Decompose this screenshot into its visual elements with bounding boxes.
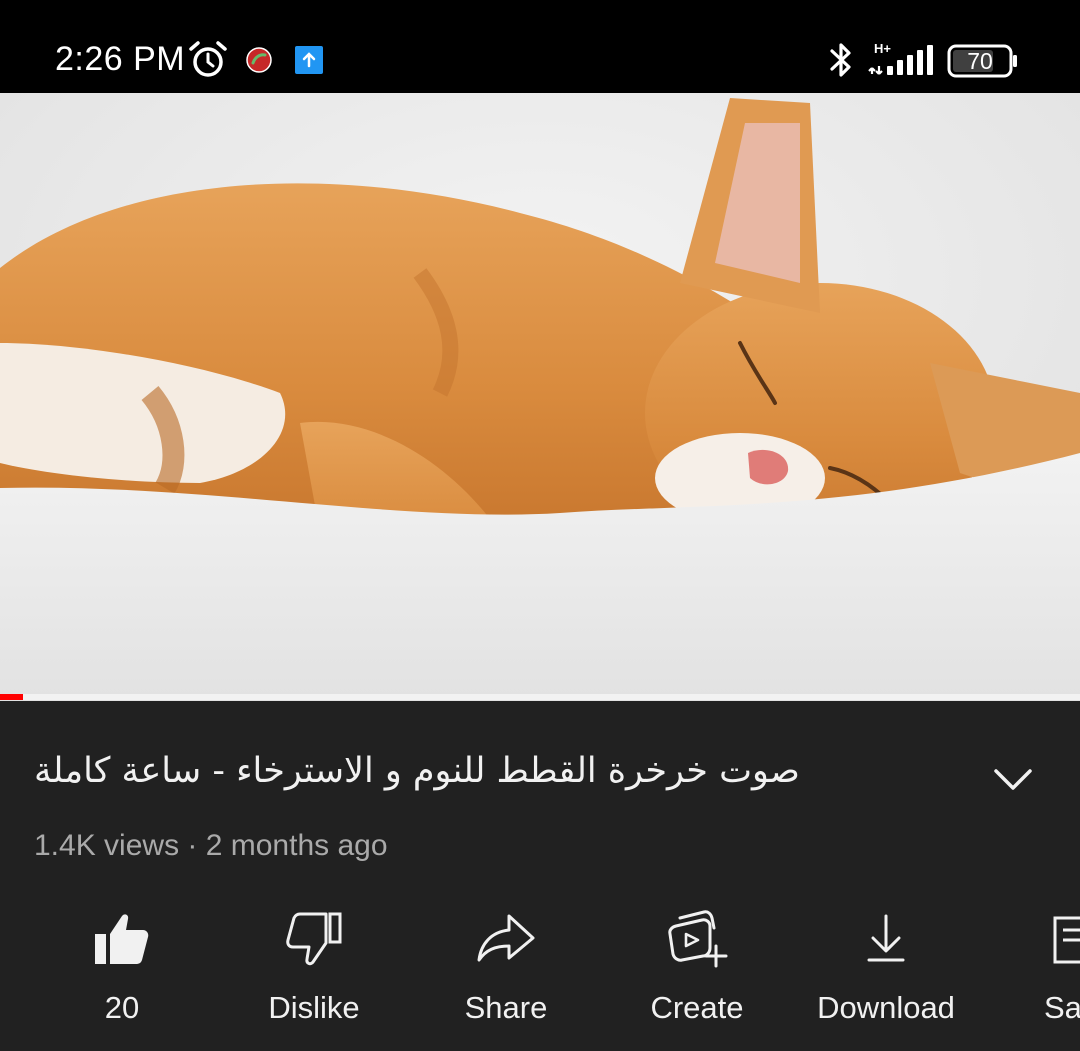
- share-arrow-icon: [477, 914, 535, 962]
- video-details: صوت خرخرة القطط للنوم و الاسترخاء - ساعة…: [0, 701, 1080, 1051]
- save-playlist-icon: [1053, 916, 1080, 964]
- like-button[interactable]: 20: [37, 906, 207, 1036]
- signal-icon: [868, 45, 933, 75]
- video-thumbnail-sleeping-kitten: [0, 93, 1080, 701]
- video-title[interactable]: صوت خرخرة القطط للنوم و الاسترخاء - ساعة…: [34, 751, 854, 791]
- share-button[interactable]: Share: [421, 906, 591, 1036]
- video-player[interactable]: [0, 93, 1080, 701]
- dislike-button[interactable]: Dislike: [229, 906, 399, 1036]
- create-label: Create: [650, 990, 744, 1025]
- bluetooth-icon: [830, 43, 851, 77]
- status-time: 2:26 PM: [55, 40, 186, 78]
- video-meta: 1.4K views · 2 months ago: [34, 829, 388, 862]
- download-icon: [867, 914, 905, 962]
- create-clip-icon: [668, 910, 728, 968]
- download-label: Download: [817, 990, 955, 1025]
- share-label: Share: [464, 990, 548, 1025]
- download-button[interactable]: Download: [801, 906, 971, 1036]
- battery-level: 70: [967, 48, 993, 74]
- action-bar: 20 Dislike Share Create Download Sa: [0, 906, 1080, 1051]
- create-button[interactable]: Create: [612, 906, 782, 1036]
- status-bar: 2:26 PM H+ 70: [0, 0, 1080, 93]
- video-progress-bar[interactable]: [0, 694, 1080, 700]
- like-count: 20: [104, 990, 140, 1025]
- thumbs-up-icon: [95, 914, 149, 964]
- save-label: Save: [1044, 990, 1080, 1025]
- video-progress-fill: [0, 694, 23, 700]
- thumbs-down-icon: [286, 912, 342, 966]
- alarm-icon: [189, 41, 227, 77]
- dislike-label: Dislike: [268, 990, 360, 1025]
- save-button[interactable]: Save: [1043, 906, 1080, 1036]
- call-recorder-icon: [246, 47, 272, 73]
- expand-description-chevron-icon[interactable]: [990, 761, 1036, 797]
- upload-icon: [295, 46, 323, 74]
